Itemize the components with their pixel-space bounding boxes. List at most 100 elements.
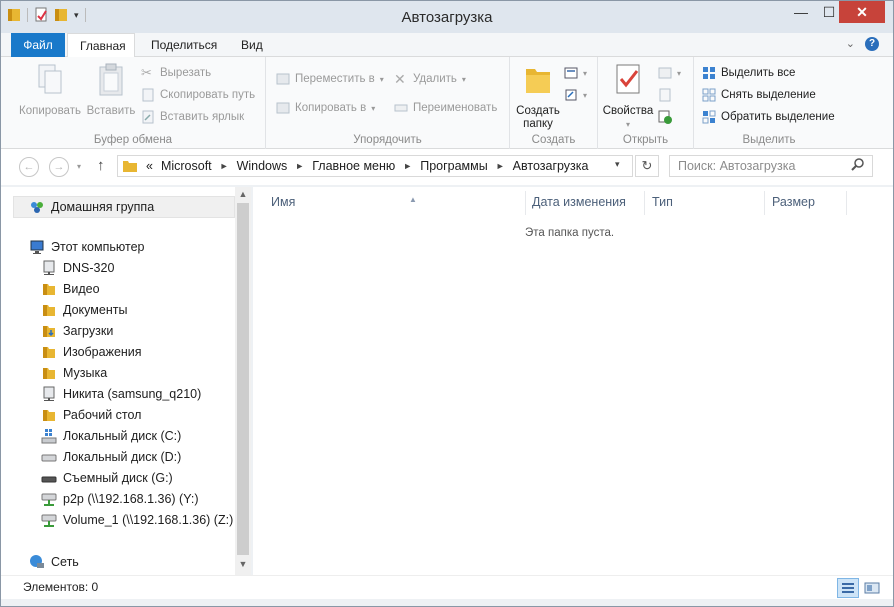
chevron-right-icon[interactable]: ► <box>220 161 229 171</box>
search-input[interactable]: Поиск: Автозагрузка <box>669 155 873 177</box>
column-header-size[interactable]: Размер <box>772 191 846 215</box>
new-item-button[interactable]: ▾ <box>564 63 587 83</box>
search-icon[interactable] <box>851 158 865 172</box>
invert-selection-button[interactable]: Обратить выделение <box>702 107 835 127</box>
tab-file[interactable]: Файл <box>11 33 65 57</box>
folder-icon <box>43 410 55 421</box>
recent-locations-button[interactable]: ▾ <box>77 162 81 171</box>
history-button[interactable] <box>658 107 672 127</box>
new-folder-button[interactable]: Создать папку <box>512 63 564 131</box>
nav-item[interactable]: p2p (\\192.168.1.36) (Y:) <box>41 489 199 509</box>
chevron-right-icon[interactable]: ► <box>295 161 304 171</box>
cut-button[interactable]: ✂ Вырезать <box>141 63 211 83</box>
chevron-down-icon: ▾ <box>461 74 466 84</box>
nav-item[interactable]: Музыка <box>41 363 107 383</box>
column-divider[interactable] <box>644 191 645 215</box>
chevron-up-icon[interactable]: ▲ <box>235 189 251 199</box>
column-header-type[interactable]: Тип <box>652 191 764 215</box>
copy-button[interactable]: Копировать <box>15 63 85 118</box>
select-none-icon <box>702 88 716 102</box>
title-bar: ▾ Автозагрузка — ☐ ✕ <box>1 1 893 33</box>
paste-shortcut-button[interactable]: Вставить ярлык <box>141 107 244 127</box>
nav-item[interactable]: Видео <box>41 279 100 299</box>
column-header-name[interactable]: Имя ▲ <box>271 191 525 215</box>
network-icon <box>30 555 44 568</box>
column-divider[interactable] <box>846 191 847 215</box>
nav-item[interactable]: Документы <box>41 300 127 320</box>
breadcrumb-item[interactable]: Автозагрузка <box>513 159 589 173</box>
tab-share[interactable]: Поделиться <box>139 33 229 57</box>
chevron-right-icon[interactable]: ► <box>496 161 505 171</box>
nav-label: p2p (\\192.168.1.36) (Y:) <box>63 492 199 506</box>
details-view-button[interactable] <box>837 578 859 598</box>
up-button[interactable]: ↑ <box>97 157 105 174</box>
easy-access-button[interactable]: ▾ <box>564 85 587 105</box>
column-header-date[interactable]: Дата изменения <box>532 191 644 215</box>
nav-item[interactable]: Локальный диск (D:) <box>41 447 181 467</box>
chevron-down-icon[interactable]: ▼ <box>235 559 251 569</box>
copy-label: Копировать <box>19 105 81 117</box>
nav-item[interactable]: DNS-320 <box>41 258 114 278</box>
minimize-button[interactable]: — <box>787 1 815 23</box>
select-none-button[interactable]: Снять выделение <box>702 85 816 105</box>
computer-icon <box>30 240 44 254</box>
chevron-down-icon[interactable]: ⌄ <box>846 37 855 51</box>
open-button[interactable]: ▾ <box>658 63 681 83</box>
properties-button[interactable]: Свойства ▾ <box>602 63 654 131</box>
group-open: Свойства ▾ ▾ Открыть <box>598 57 694 149</box>
mapped-drive-icon <box>41 493 57 506</box>
group-organize: Переместить в ▾ Копировать в ▾ ✕ Удалить… <box>266 57 510 149</box>
tab-home[interactable]: Главная <box>67 33 135 58</box>
column-divider[interactable] <box>764 191 765 215</box>
nav-item[interactable]: Съемный диск (G:) <box>41 468 173 488</box>
nav-scrollbar[interactable]: ▲ ▼ <box>235 187 251 575</box>
column-divider[interactable] <box>525 191 526 215</box>
new-folder-icon <box>526 69 550 93</box>
nav-item[interactable]: Локальный диск (C:) <box>41 426 181 446</box>
nav-item-homegroup[interactable]: Домашняя группа <box>29 197 154 217</box>
chevron-right-icon[interactable]: ► <box>403 161 412 171</box>
tab-view[interactable]: Вид <box>229 33 275 57</box>
delete-label: Удалить <box>413 73 457 85</box>
forward-button[interactable]: → <box>49 157 69 177</box>
paste-button[interactable]: Вставить <box>85 63 137 118</box>
back-button[interactable]: ← <box>19 157 39 177</box>
nav-label: Volume_1 (\\192.168.1.36) (Z:) <box>63 513 234 527</box>
cut-label: Вырезать <box>160 67 212 79</box>
select-all-button[interactable]: Выделить все <box>702 63 795 83</box>
large-icons-view-button[interactable] <box>861 578 883 598</box>
breadcrumb-item[interactable]: Программы <box>420 159 488 173</box>
nav-item-network[interactable]: Сеть <box>29 552 79 572</box>
rename-button[interactable]: Переименовать <box>394 98 497 118</box>
nav-item[interactable]: Загрузки <box>41 321 113 341</box>
nav-item-computer[interactable]: Этот компьютер <box>29 237 144 257</box>
breadcrumb-item[interactable]: Windows <box>237 159 288 173</box>
nav-item[interactable]: Изображения <box>41 342 142 362</box>
navigation-bar: ← → ▾ ↑ « Microsoft ► Windows ► Главное … <box>1 149 893 185</box>
nav-item[interactable]: Volume_1 (\\192.168.1.36) (Z:) <box>41 510 233 530</box>
breadcrumb-overflow[interactable]: « <box>146 159 153 173</box>
nav-item[interactable]: Рабочий стол <box>41 405 141 425</box>
move-to-button[interactable]: Переместить в ▾ <box>276 69 384 89</box>
edit-button[interactable] <box>658 85 672 105</box>
delete-button[interactable]: ✕ Удалить ▾ <box>394 69 466 89</box>
address-bar[interactable]: « Microsoft ► Windows ► Главное меню ► П… <box>117 155 633 177</box>
maximize-icon: ☐ <box>822 3 836 20</box>
breadcrumb-item[interactable]: Главное меню <box>312 159 395 173</box>
copy-path-button[interactable]: Скопировать путь <box>141 85 255 105</box>
scroll-thumb[interactable] <box>237 203 249 555</box>
copy-to-button[interactable]: Копировать в ▾ <box>276 98 375 118</box>
system-drive-icon <box>41 429 57 444</box>
close-button[interactable]: ✕ <box>839 1 885 23</box>
breadcrumb-item[interactable]: Microsoft <box>161 159 212 173</box>
file-list[interactable]: Имя ▲ Дата изменения Тип Размер Эта папк… <box>253 187 893 575</box>
nav-label: Никита (samsung_q210) <box>63 387 202 401</box>
shortcut-icon <box>142 110 154 124</box>
nav-item[interactable]: Никита (samsung_q210) <box>41 384 201 404</box>
nav-label: Изображения <box>63 345 142 359</box>
help-icon[interactable]: ? <box>865 37 879 51</box>
refresh-button[interactable]: ↻ <box>635 155 659 177</box>
address-history-button[interactable]: ▾ <box>615 159 620 170</box>
select-all-label: Выделить все <box>721 67 796 79</box>
arrow-left-icon: ← <box>23 161 35 173</box>
